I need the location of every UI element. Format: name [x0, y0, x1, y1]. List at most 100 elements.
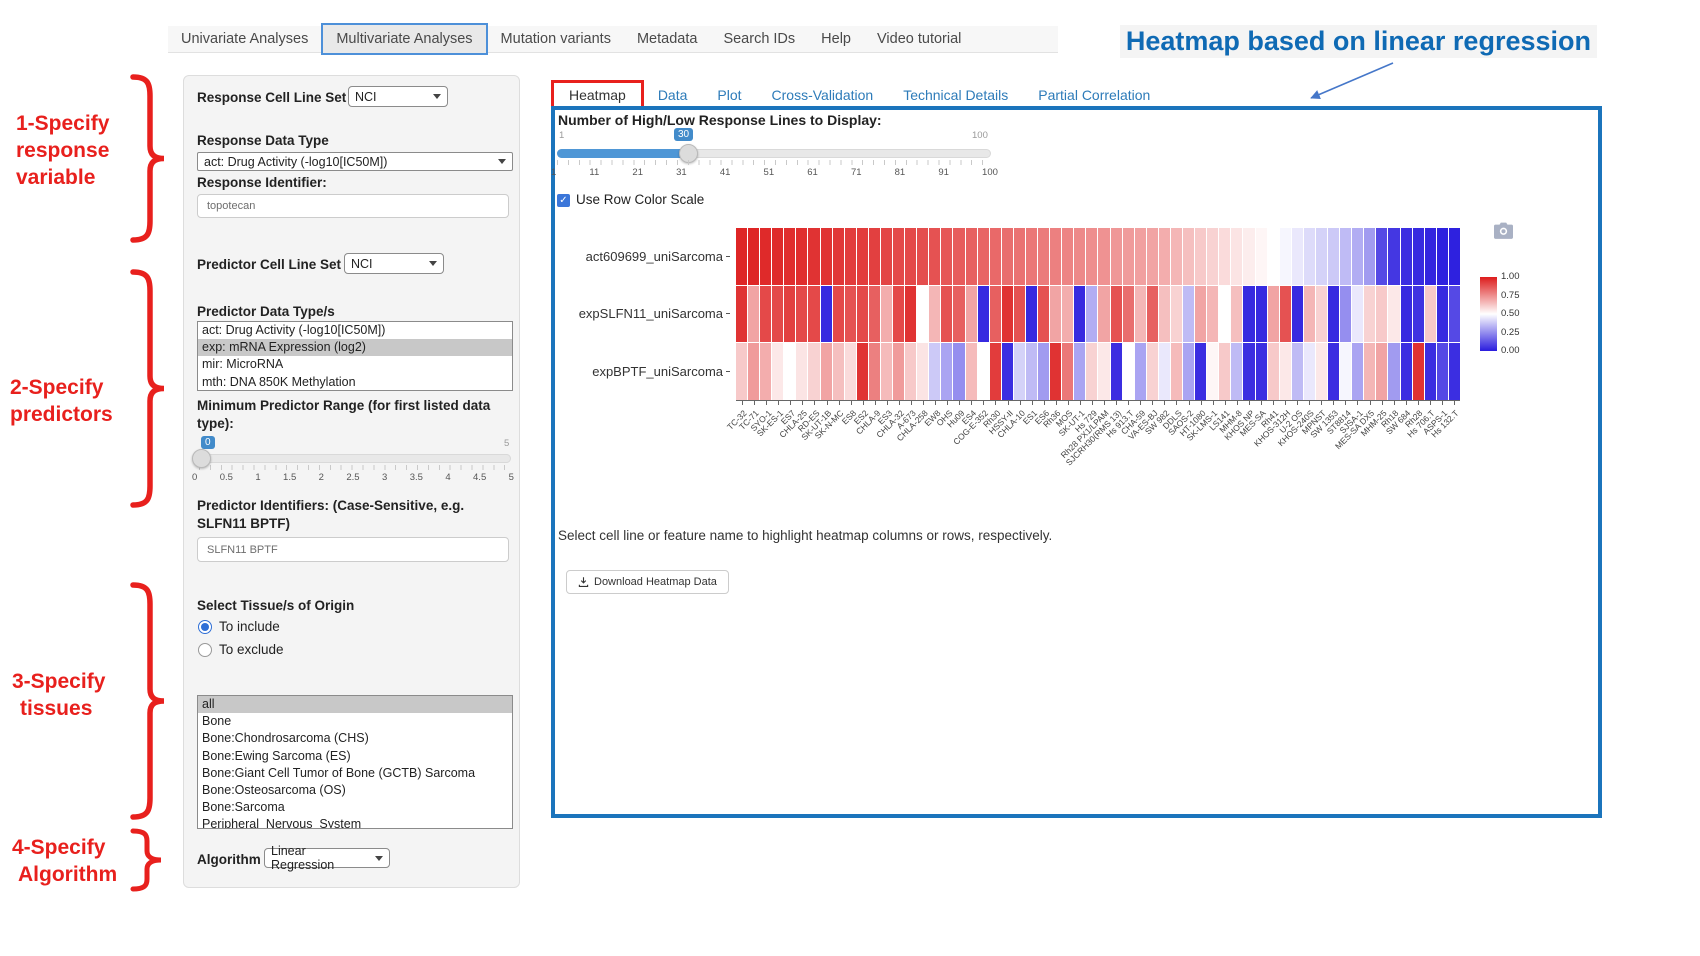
heatmap-cell[interactable]: [1425, 228, 1436, 285]
heatmap-cell[interactable]: [772, 228, 783, 285]
heatmap-cell[interactable]: [1364, 343, 1375, 400]
heatmap-cell[interactable]: [1062, 228, 1073, 285]
heatmap-cell[interactable]: [1111, 228, 1122, 285]
list-item[interactable]: mth: DNA 850K Methylation: [198, 374, 512, 391]
heatmap-cell[interactable]: [941, 343, 952, 400]
heatmap-cell[interactable]: [796, 343, 807, 400]
response-cell-line-set-select[interactable]: NCI: [348, 86, 448, 107]
heatmap-cell[interactable]: [978, 286, 989, 343]
heatmap-cell[interactable]: [760, 343, 771, 400]
camera-icon[interactable]: [1494, 222, 1513, 239]
heatmap-cell[interactable]: [1086, 286, 1097, 343]
heatmap-cell[interactable]: [1074, 228, 1085, 285]
heatmap-cell[interactable]: [857, 343, 868, 400]
heatmap-cell[interactable]: [1219, 228, 1230, 285]
heatmap-cell[interactable]: [893, 343, 904, 400]
heatmap-cell[interactable]: [1183, 343, 1194, 400]
response-identifier-input[interactable]: [197, 194, 509, 218]
heatmap-cell[interactable]: [1413, 286, 1424, 343]
heatmap-cell[interactable]: [1098, 228, 1109, 285]
heatmap-cell[interactable]: [857, 228, 868, 285]
heatmap-cell[interactable]: [941, 228, 952, 285]
heatmap-cell[interactable]: [1195, 286, 1206, 343]
heatmap-row-label[interactable]: expBPTF_uniSarcoma: [540, 343, 730, 400]
heatmap-cell[interactable]: [1002, 228, 1013, 285]
heatmap-cell[interactable]: [1159, 343, 1170, 400]
list-item[interactable]: Bone:Osteosarcoma (OS): [198, 782, 512, 799]
nav-tab-search-ids[interactable]: Search IDs: [710, 26, 808, 53]
heatmap-cell[interactable]: [1376, 228, 1387, 285]
heatmap-cell[interactable]: [1243, 286, 1254, 343]
heatmap-cell[interactable]: [1280, 228, 1291, 285]
tab-technical-details[interactable]: Technical Details: [903, 87, 1008, 103]
nav-tab-help[interactable]: Help: [808, 26, 864, 53]
heatmap-cell[interactable]: [736, 228, 747, 285]
heatmap-cell[interactable]: [1171, 228, 1182, 285]
heatmap-cell[interactable]: [990, 228, 1001, 285]
heatmap-cell[interactable]: [893, 228, 904, 285]
heatmap-cell[interactable]: [1437, 228, 1448, 285]
heatmap-cell[interactable]: [1328, 228, 1339, 285]
heatmap-cell[interactable]: [808, 343, 819, 400]
heatmap-cell[interactable]: [1074, 286, 1085, 343]
heatmap-cell[interactable]: [1437, 286, 1448, 343]
heatmap-cell[interactable]: [1316, 286, 1327, 343]
heatmap-cell[interactable]: [1231, 286, 1242, 343]
heatmap-cell[interactable]: [1413, 228, 1424, 285]
heatmap-cell[interactable]: [845, 228, 856, 285]
heatmap-cell[interactable]: [1340, 228, 1351, 285]
heatmap-cell[interactable]: [1050, 343, 1061, 400]
tab-cross-validation[interactable]: Cross-Validation: [772, 87, 874, 103]
heatmap-cell[interactable]: [1425, 343, 1436, 400]
heatmap-cell[interactable]: [1074, 343, 1085, 400]
heatmap-cell[interactable]: [784, 343, 795, 400]
heatmap-cell[interactable]: [760, 286, 771, 343]
heatmap-cell[interactable]: [808, 286, 819, 343]
heatmap-cell[interactable]: [990, 286, 1001, 343]
heatmap-cell[interactable]: [917, 228, 928, 285]
heatmap-cell[interactable]: [1413, 343, 1424, 400]
heatmap-cell[interactable]: [1231, 343, 1242, 400]
heatmap-cell[interactable]: [808, 228, 819, 285]
heatmap-cell[interactable]: [1123, 286, 1134, 343]
heatmap-cell[interactable]: [1352, 286, 1363, 343]
heatmap-cell[interactable]: [869, 343, 880, 400]
heatmap-cell[interactable]: [1062, 343, 1073, 400]
heatmap-cell[interactable]: [1171, 286, 1182, 343]
heatmap-cell[interactable]: [1014, 343, 1025, 400]
heatmap-cell[interactable]: [857, 286, 868, 343]
tissue-include-radio[interactable]: [198, 620, 212, 634]
heatmap-cell[interactable]: [1159, 286, 1170, 343]
heatmap-cell[interactable]: [1449, 343, 1460, 400]
list-item[interactable]: Bone:Chondrosarcoma (CHS): [198, 730, 512, 747]
heatmap-cell[interactable]: [1340, 343, 1351, 400]
heatmap-cell[interactable]: [869, 286, 880, 343]
heatmap-cell[interactable]: [1098, 286, 1109, 343]
heatmap-cell[interactable]: [1231, 228, 1242, 285]
heatmap-cell[interactable]: [1425, 286, 1436, 343]
heatmap-cell[interactable]: [748, 286, 759, 343]
heatmap-cell[interactable]: [881, 343, 892, 400]
heatmap-cell[interactable]: [1316, 343, 1327, 400]
heatmap-cell[interactable]: [990, 343, 1001, 400]
list-item[interactable]: Bone: [198, 713, 512, 730]
heatmap-cell[interactable]: [1304, 286, 1315, 343]
row-color-scale-checkbox[interactable]: [557, 194, 570, 207]
list-item[interactable]: Bone:Sarcoma: [198, 799, 512, 816]
heatmap-cell[interactable]: [1268, 286, 1279, 343]
heatmap-cell[interactable]: [1268, 228, 1279, 285]
heatmap-cell[interactable]: [1050, 286, 1061, 343]
nav-tab-video-tutorial[interactable]: Video tutorial: [864, 26, 974, 53]
predictor-identifiers-input[interactable]: [197, 537, 509, 562]
tissue-exclude-label[interactable]: To exclude: [219, 642, 284, 657]
heatmap-cell[interactable]: [869, 228, 880, 285]
heatmap-cell[interactable]: [1111, 286, 1122, 343]
heatmap-cell[interactable]: [1159, 228, 1170, 285]
heatmap-cell[interactable]: [1147, 343, 1158, 400]
heatmap-cell[interactable]: [796, 286, 807, 343]
heatmap-cell[interactable]: [953, 343, 964, 400]
list-item-selected[interactable]: all: [198, 696, 512, 713]
heatmap-cell[interactable]: [1171, 343, 1182, 400]
heatmap-cell[interactable]: [893, 286, 904, 343]
heatmap-cell[interactable]: [821, 286, 832, 343]
